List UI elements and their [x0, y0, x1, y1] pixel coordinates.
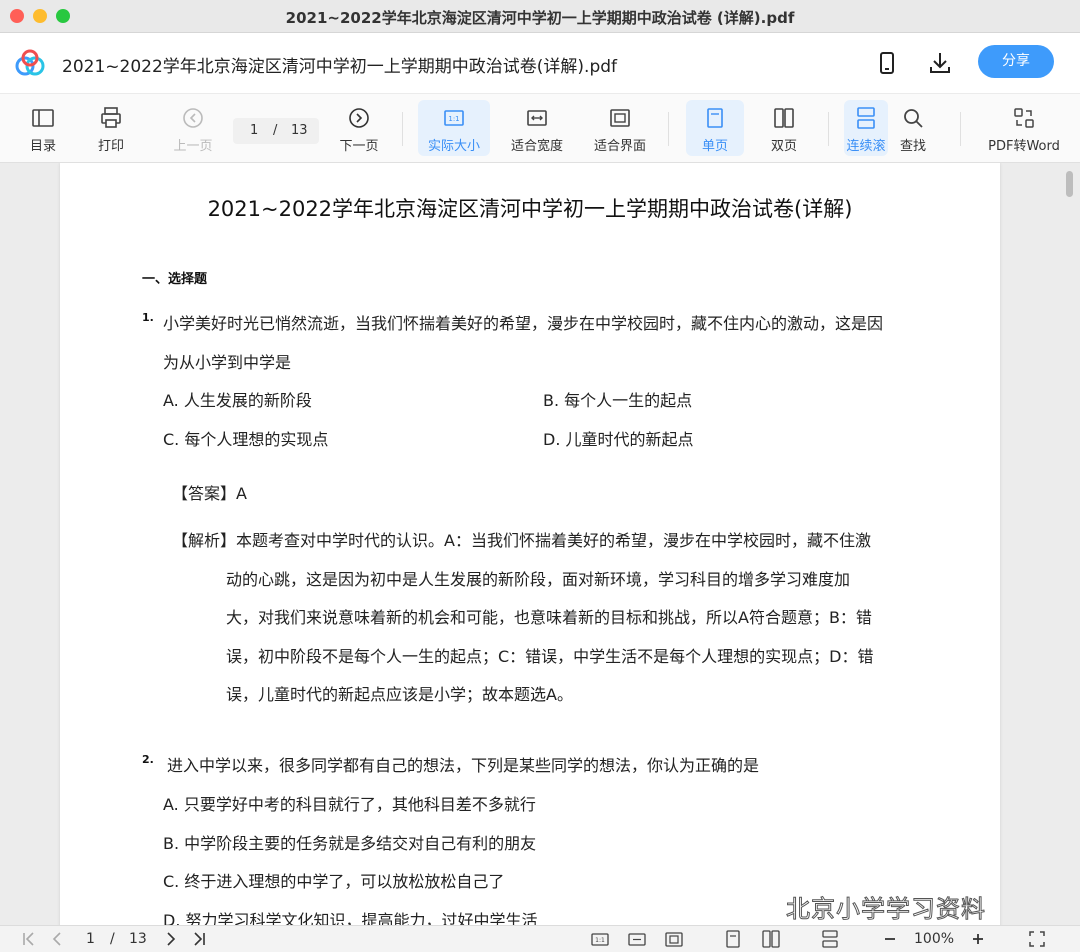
single-page-button[interactable]: 单页 [686, 100, 744, 156]
question-2-option-c: C. 终于进入理想的中学了，可以放松放松自己了 [163, 872, 505, 891]
prev-page-icon[interactable] [48, 930, 66, 948]
print-label: 打印 [97, 139, 124, 154]
actual-size-icon[interactable]: 1:1 [591, 930, 609, 948]
continuous-scroll-button[interactable]: 连续滚 [844, 100, 888, 156]
fit-page-button[interactable]: 适合界面 [586, 100, 654, 156]
fullscreen-icon[interactable] [1028, 930, 1046, 948]
question-1-option-d: D. 儿童时代的新起点 [543, 430, 694, 449]
question-2-option-d: D. 努力学习科学文化知识，提高能力，过好中学生活 [163, 911, 538, 925]
toolbar-divider [828, 112, 829, 146]
printer-icon [101, 107, 121, 128]
toc-label: 目录 [29, 139, 56, 154]
title-bar: 2021~2022学年北京海淀区清河中学初一上学期期中政治试卷 (详解).pdf [0, 0, 1080, 33]
question-1-answer: 【答案】A [172, 484, 247, 503]
last-page-icon[interactable] [190, 930, 208, 948]
first-page-icon[interactable] [20, 930, 38, 948]
actual-size-label: 实际大小 [427, 139, 480, 154]
prev-page-button[interactable]: 上一页 [168, 100, 218, 156]
question-1-analysis-line-4: 误，初中阶段不是每个人一生的起点；C：错误，中学生活不是每个人理想的实现点；D：… [226, 647, 874, 666]
zoom-level: 100% [914, 931, 955, 947]
fit-width-icon [527, 110, 547, 126]
question-2-option-a: A. 只要学好中考的科目就行了，其他科目差不多就行 [163, 795, 536, 814]
print-button[interactable]: 打印 [88, 100, 134, 156]
question-2-option-b: B. 中学阶段主要的任务就是多结交对自己有利的朋友 [163, 834, 537, 853]
single-page-label: 单页 [701, 139, 728, 154]
toolbar-divider [668, 112, 669, 146]
question-1-option-b: B. 每个人一生的起点 [543, 391, 693, 410]
svg-text:1:1: 1:1 [448, 115, 459, 123]
toolbar: 目录 打印 上一页 1 / 13 下一页 1:1 实际大小 适合宽度 适合界面 … [0, 93, 1080, 163]
actual-size-icon: 1:1 [444, 110, 464, 126]
status-page-separator: / [110, 931, 115, 947]
question-2-number: 2. [142, 753, 154, 766]
question-2-stem: 进入中学以来，很多同学都有自己的想法，下列是某些同学的想法，你认为正确的是 [167, 756, 760, 775]
double-page-label: 双页 [770, 139, 797, 154]
actual-size-button[interactable]: 1:1 实际大小 [418, 100, 490, 156]
question-1-number: 1. [142, 311, 154, 324]
question-1-analysis-line-1: 【解析】本题考查对中学时代的认识。A：当我们怀揣着美好的希望，漫步在中学校园时，… [172, 531, 871, 550]
total-pages: 13 [291, 123, 308, 138]
question-1-stem-line-1: 小学美好时光已悄然流逝，当我们怀揣着美好的希望，漫步在中学校园时，藏不住内心的激… [163, 314, 884, 333]
zoom-in-icon[interactable] [969, 930, 987, 948]
continuous-scroll-icon[interactable] [821, 930, 839, 948]
double-page-icon[interactable] [762, 930, 780, 948]
share-button[interactable]: 分享 [978, 45, 1054, 78]
find-button[interactable]: 查找 [888, 100, 938, 156]
watermark-text: 北京小学学习资料 [786, 895, 986, 924]
window-title: 2021~2022学年北京海淀区清河中学初一上学期期中政治试卷 (详解).pdf [285, 9, 795, 27]
download-icon[interactable] [927, 50, 953, 76]
fit-width-icon[interactable] [628, 930, 646, 948]
page-title: 2021~2022学年北京海淀区清河中学初一上学期期中政治试卷(详解) [207, 197, 853, 221]
status-bar: 1 / 13 1:1 100% [0, 925, 1080, 952]
double-page-button[interactable]: 双页 [758, 100, 810, 156]
single-page-icon[interactable] [724, 930, 742, 948]
fit-page-icon [610, 109, 630, 127]
question-1-analysis-line-3: 大，对我们来说意味着新的机会和可能，也意味着新的目标和挑战，所以A符合题意；B：… [226, 608, 872, 627]
question-1-analysis-line-2: 动的心跳，这是因为初中是人生发展的新阶段，面对新环境，学习科目的增多学习难度加 [226, 570, 851, 589]
convert-icon [1014, 108, 1034, 128]
zoom-out-icon[interactable] [881, 930, 899, 948]
question-1-option-c: C. 每个人理想的实现点 [163, 430, 329, 449]
toc-button[interactable]: 目录 [20, 100, 66, 156]
fit-width-button[interactable]: 适合宽度 [504, 100, 570, 156]
status-current-page[interactable]: 1 [86, 931, 95, 947]
sidebar-icon [32, 109, 54, 127]
chevron-right-circle-icon [349, 108, 369, 128]
continuous-scroll-label: 连续滚 [846, 139, 886, 154]
pdf-to-word-label: PDF转Word [988, 139, 1060, 154]
fit-width-label: 适合宽度 [510, 139, 563, 154]
fit-page-icon[interactable] [665, 930, 683, 948]
prev-page-label: 上一页 [173, 139, 213, 154]
pdf-page: 2021~2022学年北京海淀区清河中学初一上学期期中政治试卷(详解) 一、选择… [60, 163, 1000, 925]
page-number-input[interactable]: 1 / 13 [233, 118, 319, 144]
search-icon [904, 109, 923, 128]
continuous-scroll-icon [857, 107, 875, 129]
toolbar-divider [960, 112, 961, 146]
next-page-icon[interactable] [162, 930, 180, 948]
next-page-label: 下一页 [339, 139, 379, 154]
fit-page-label: 适合界面 [593, 139, 646, 154]
svg-text:1:1: 1:1 [595, 937, 605, 944]
phone-icon[interactable] [874, 50, 900, 76]
single-page-icon [707, 108, 723, 128]
double-page-icon [774, 108, 794, 128]
chevron-left-circle-icon [183, 108, 203, 128]
document-viewport[interactable]: 2021~2022学年北京海淀区清河中学初一上学期期中政治试卷(详解) 一、选择… [0, 163, 1080, 925]
vertical-scrollbar-thumb[interactable] [1066, 171, 1073, 197]
section-heading: 一、选择题 [142, 272, 208, 287]
page-separator: / [273, 123, 278, 138]
current-page: 1 [250, 123, 259, 138]
question-1-option-a: A. 人生发展的新阶段 [163, 391, 312, 410]
toolbar-divider [402, 112, 403, 146]
app-logo [15, 49, 45, 76]
status-total-pages: 13 [129, 931, 147, 947]
question-1-stem-line-2: 为从小学到中学是 [163, 353, 292, 372]
pdf-to-word-button[interactable]: PDF转Word [982, 100, 1066, 156]
document-name: 2021~2022学年北京海淀区清河中学初一上学期期中政治试卷(详解).pdf [62, 57, 618, 77]
find-label: 查找 [899, 139, 926, 154]
app-header: 2021~2022学年北京海淀区清河中学初一上学期期中政治试卷(详解).pdf … [0, 33, 1080, 93]
next-page-button[interactable]: 下一页 [334, 100, 384, 156]
question-1-analysis-line-5: 误，儿童时代的新起点应该是小学；故本题选A。 [226, 685, 573, 704]
